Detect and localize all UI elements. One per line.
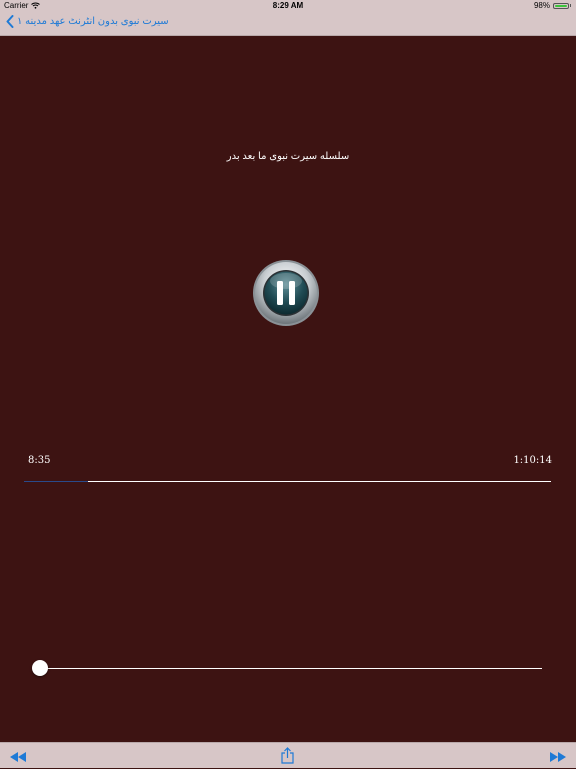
back-button-label: سیرت نبوی بدون انٹرنٹ عهد مدینه ۱ (17, 16, 169, 27)
fast-forward-button[interactable] (550, 749, 566, 767)
back-button[interactable]: سیرت نبوی بدون انٹرنٹ عهد مدینه ۱ (6, 15, 169, 28)
elapsed-time: 8:35 (28, 455, 51, 466)
battery-fill (555, 4, 567, 7)
share-icon (281, 747, 294, 764)
battery-percent: 98% (533, 1, 550, 10)
bottom-toolbar (0, 742, 576, 768)
battery-icon (553, 2, 569, 9)
fast-forward-icon (550, 752, 566, 762)
navigation-bar: سیرت نبوی بدون انٹرنٹ عهد مدینه ۱ (0, 12, 576, 36)
share-button[interactable] (281, 747, 294, 769)
player-view: سلسله سیرت نبوی ما بعد بدر 8:35 1:10:14 (0, 36, 576, 742)
chevron-left-icon (6, 15, 14, 28)
rewind-icon (10, 752, 26, 762)
total-time: 1:10:14 (513, 455, 552, 466)
volume-slider-track[interactable] (40, 668, 542, 669)
pause-button[interactable] (252, 259, 320, 327)
battery-tip (570, 4, 571, 7)
status-bar: Carrier 8:29 AM 98% (0, 0, 576, 12)
playback-progress-bar[interactable] (24, 481, 551, 482)
status-battery: 98% (534, 1, 571, 10)
pause-icon (253, 260, 319, 326)
volume-slider-thumb[interactable] (32, 660, 48, 676)
track-title: سلسله سیرت نبوی ما بعد بدر (226, 151, 350, 162)
playback-progress-fill (24, 481, 89, 482)
status-time: 8:29 AM (272, 1, 304, 10)
rewind-button[interactable] (10, 749, 26, 767)
